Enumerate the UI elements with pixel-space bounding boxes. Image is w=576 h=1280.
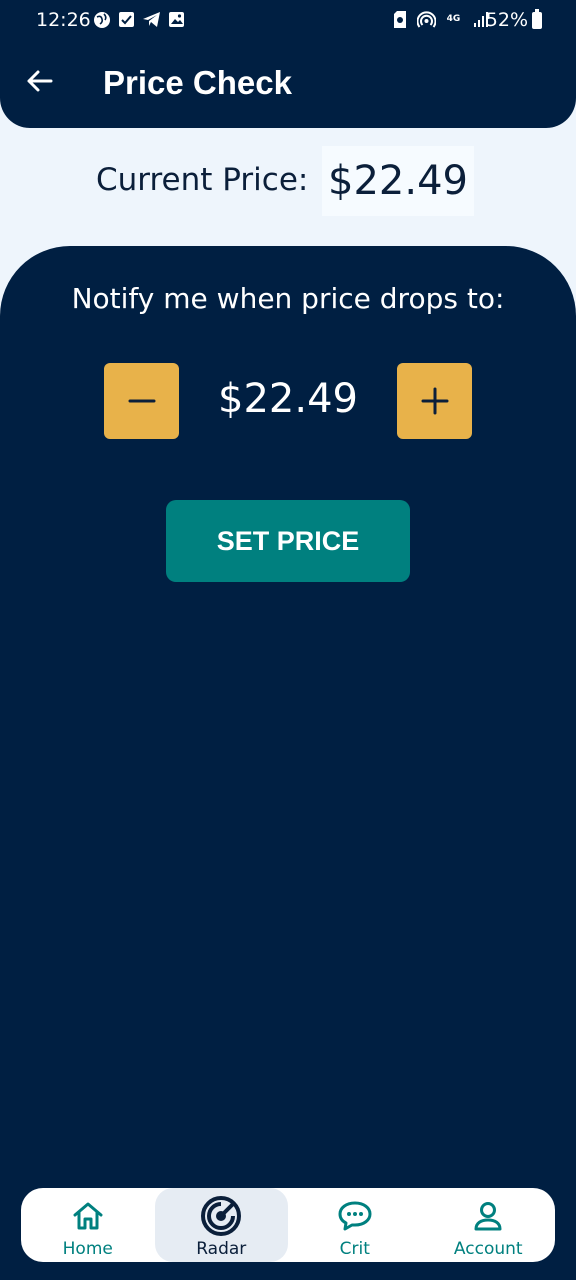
minus-icon	[128, 399, 155, 403]
current-price-label: Current Price:	[96, 162, 309, 198]
price-alert-panel: Notify me when price drops to: $22.49 SE…	[0, 246, 576, 1280]
sim-icon	[390, 10, 409, 29]
radar-icon	[200, 1196, 242, 1236]
nav-label-crit: Crit	[339, 1239, 370, 1259]
nav-item-home[interactable]: Home	[21, 1188, 155, 1262]
nav-label-radar: Radar	[196, 1239, 247, 1259]
price-check-screen: 12:26 4G 52% Price Check Current Price: …	[0, 0, 576, 1280]
plus-icon	[421, 387, 448, 415]
app-header: 12:26 4G 52% Price Check	[0, 0, 576, 128]
chat-icon	[338, 1196, 372, 1236]
arrow-left-icon	[27, 70, 53, 92]
network-4g-icon: 4G	[446, 14, 461, 24]
page-title: Price Check	[103, 64, 292, 101]
globe-icon	[92, 10, 111, 29]
nav-item-account[interactable]: Account	[422, 1188, 556, 1262]
battery-percentage: 52%	[485, 9, 528, 31]
decrement-button[interactable]	[104, 363, 179, 439]
hotspot-icon	[417, 10, 436, 29]
check-square-icon	[117, 10, 136, 29]
nav-item-crit[interactable]: Crit	[288, 1188, 422, 1262]
telegram-icon	[142, 10, 161, 29]
notify-label: Notify me when price drops to:	[71, 282, 505, 315]
nav-label-home: Home	[62, 1239, 113, 1259]
status-notification-icons	[92, 10, 186, 29]
nav-item-radar[interactable]: Radar	[154, 1188, 288, 1262]
status-bar: 12:26 4G 52%	[0, 0, 576, 42]
bottom-navigation: Home Radar Crit Account	[21, 1188, 555, 1262]
status-time: 12:26	[36, 9, 91, 31]
set-price-button[interactable]: SET PRICE	[166, 500, 410, 582]
current-price-value: $22.49	[322, 146, 474, 216]
battery-icon	[532, 9, 542, 29]
home-icon	[72, 1196, 104, 1236]
increment-button[interactable]	[397, 363, 472, 439]
back-button[interactable]	[22, 64, 56, 98]
nav-label-account: Account	[453, 1239, 523, 1259]
image-icon	[167, 10, 186, 29]
user-icon	[472, 1196, 504, 1236]
target-price-value: $22.49	[218, 376, 358, 422]
status-system-icons: 4G	[390, 10, 490, 29]
